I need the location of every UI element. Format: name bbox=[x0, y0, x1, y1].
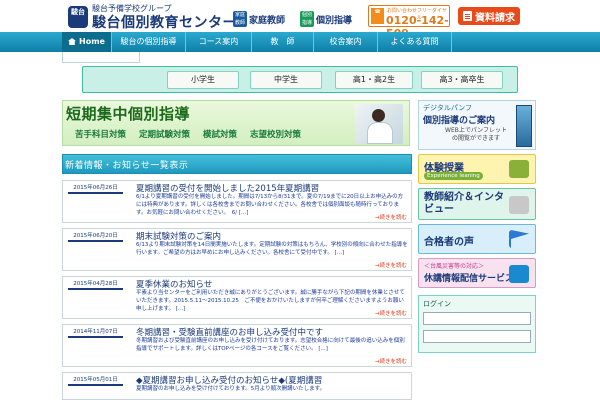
nav-item-courses[interactable]: コース案内 bbox=[186, 32, 252, 52]
login-password-input[interactable] bbox=[423, 330, 531, 343]
news-date: 2015年06月26日 bbox=[68, 183, 123, 194]
contact-label: お問い合わせ bbox=[387, 8, 418, 14]
news-excerpt: 平素より当センターをご利用いただき誠にありがとうございます。誠に勝手ながら下記の… bbox=[136, 290, 405, 312]
news-item: 2014年11月07日 冬期講習・受験直前講座のお申し込み受付中です 冬期講習お… bbox=[62, 324, 412, 367]
document-icon bbox=[463, 11, 472, 21]
nav-item-faq[interactable]: よくある質問 bbox=[378, 32, 452, 52]
contact-phone[interactable]: ☎ お問い合わせ フリーダイヤル 0120-142-509 bbox=[368, 5, 450, 40]
teacher-interview-button[interactable]: 教師紹介＆インタビュー bbox=[418, 188, 536, 220]
read-more-link[interactable]: →続きを読む bbox=[375, 261, 407, 269]
individual-badge-icon: 個別指導 bbox=[300, 11, 314, 27]
grade-selector: 小学生 中学生 高1・高2生 高3・高卒生 bbox=[82, 66, 518, 93]
flag-icon bbox=[509, 230, 529, 248]
pamphlet-label: デジタルパンフ bbox=[423, 104, 472, 112]
student-photo bbox=[355, 104, 403, 144]
site-logo-text[interactable]: 駿台個別教育センター bbox=[92, 12, 237, 32]
banner-sub-weak-subjects: 苦手科目対策 bbox=[75, 130, 127, 140]
home-icon bbox=[68, 38, 77, 45]
teacher-card-icon bbox=[509, 196, 529, 214]
phone-icon: ☎ bbox=[371, 8, 384, 24]
news-heading-bar: 新着情報・お知らせ一覧表示 bbox=[62, 154, 412, 174]
news-date: 2015年04月28日 bbox=[68, 279, 123, 290]
news-excerpt: 夏期講習のお申し込みを受け付けております。5月より順次開講いたします。 bbox=[136, 386, 326, 392]
nav-item-schools[interactable]: 校舎案内 bbox=[314, 32, 378, 52]
pamphlet-description: WEB上でパンフレットの閲覧ができます bbox=[445, 127, 507, 142]
news-excerpt: 6/13より期末試験対策を14日間実施いたします。定期試験の対策はもちろん、学校… bbox=[136, 242, 408, 256]
teacher-interview-label: 教師紹介＆インタビュー bbox=[424, 192, 504, 215]
home-tutor-label: 家庭教師 bbox=[249, 15, 286, 26]
grade-junior-high-button[interactable]: 中学生 bbox=[250, 71, 322, 89]
news-date: 2015年06月20日 bbox=[68, 231, 123, 242]
home-tutor-badge-icon: 家庭教師 bbox=[233, 11, 247, 27]
nav-item-teachers[interactable]: 教 師 bbox=[252, 32, 314, 52]
service-home-tutor[interactable]: 家庭教師 家庭教師 bbox=[233, 11, 285, 27]
news-date: 2014年11月07日 bbox=[68, 327, 123, 338]
brochure-request-button[interactable]: 資料請求 bbox=[458, 7, 520, 25]
closure-mail-sublabel: ＜台風災害等の対応＞ bbox=[424, 263, 485, 270]
trial-lesson-button[interactable]: 体験授業 Experience leaning bbox=[418, 154, 536, 184]
login-label: ログイン bbox=[423, 300, 451, 308]
closure-mail-label: 休講情報配信サービス bbox=[424, 274, 515, 284]
pamphlet-title: 個別指導のご案内 bbox=[423, 116, 496, 126]
banner-sub-regular-exam: 定期試験対策 bbox=[139, 130, 191, 140]
news-item: 2015年06月20日 期末試験対策のご案内 6/13より期末試験対策を14日間… bbox=[62, 228, 412, 271]
read-more-link[interactable]: →続きを読む bbox=[375, 309, 407, 317]
news-item: 2015年05月01日 ◆夏期講習お申し込み受付のお知らせ◆(夏期講習 夏期講習… bbox=[62, 372, 412, 400]
grade-high3-button[interactable]: 高3・高卒生 bbox=[421, 71, 503, 89]
site-header: 駿台 駿台予備学校グループ 駿台個別教育センター 家庭教師 家庭教師 個別指導 … bbox=[0, 0, 600, 40]
grade-high12-button[interactable]: 高1・高2生 bbox=[335, 71, 413, 89]
news-item: 2015年06月26日 夏期講習の受付を開始しました2015年夏期講習 6/1よ… bbox=[62, 180, 412, 223]
passers-voice-button[interactable]: 合格者の声 bbox=[418, 224, 536, 254]
grade-elementary-button[interactable]: 小学生 bbox=[167, 71, 239, 89]
banner-sub-target-school: 志望校別対策 bbox=[250, 130, 302, 140]
service-individual[interactable]: 個別指導 個別指導 bbox=[300, 11, 352, 27]
news-heading: 新着情報・お知らせ一覧表示 bbox=[65, 161, 189, 171]
banner-title: 短期集中個別指導 bbox=[66, 105, 191, 123]
read-more-link[interactable]: →続きを読む bbox=[375, 357, 407, 365]
login-form: ログイン bbox=[418, 295, 536, 353]
nav-item-about[interactable]: 駿台の個別指導 bbox=[112, 32, 186, 52]
intensive-course-banner[interactable]: 短期集中個別指導 苦手科目対策 定期試験対策 模試対策 志望校別対策 bbox=[62, 100, 410, 146]
envelope-icon bbox=[509, 265, 529, 283]
dropdown-placeholder bbox=[62, 52, 140, 63]
news-excerpt: 6/1より夏期講習の受付を開始しました。期間は7/13から8/31まで。夏の7/… bbox=[136, 194, 404, 216]
closure-mail-button[interactable]: ＜台風災害等の対応＞ 休講情報配信サービス bbox=[418, 258, 536, 288]
trial-lesson-sublabel: Experience leaning bbox=[424, 172, 483, 180]
banner-subtitles: 苦手科目対策 定期試験対策 模試対策 志望校別対策 bbox=[75, 128, 301, 140]
main-nav: Home 駿台の個別指導 コース案内 教 師 校舎案内 よくある質問 bbox=[0, 32, 600, 52]
individual-label: 個別指導 bbox=[316, 15, 353, 26]
digital-pamphlet-banner[interactable]: デジタルパンフ 個別指導のご案内 WEB上でパンフレットの閲覧ができます bbox=[418, 100, 536, 150]
news-item: 2015年04月28日 夏季休業のお知らせ 平素より当センターをご利用いただき誠… bbox=[62, 276, 412, 319]
news-date: 2015年05月01日 bbox=[68, 375, 123, 386]
chalkboard-icon bbox=[509, 160, 529, 178]
news-excerpt: 冬期講習および受験直前講座のお申し込みを受け付けております。志望校合格に向けて最… bbox=[136, 338, 405, 352]
read-more-link[interactable]: →続きを読む bbox=[375, 213, 407, 221]
login-id-input[interactable] bbox=[423, 312, 531, 325]
logo-emblem-icon[interactable]: 駿台 bbox=[68, 6, 88, 28]
banner-sub-mock-exam: 模試対策 bbox=[203, 130, 238, 140]
brochure-label: 資料請求 bbox=[475, 12, 515, 24]
nav-item-home[interactable]: Home bbox=[62, 32, 112, 52]
passers-voice-label: 合格者の声 bbox=[424, 237, 474, 248]
pamphlet-book-icon bbox=[516, 105, 532, 147]
